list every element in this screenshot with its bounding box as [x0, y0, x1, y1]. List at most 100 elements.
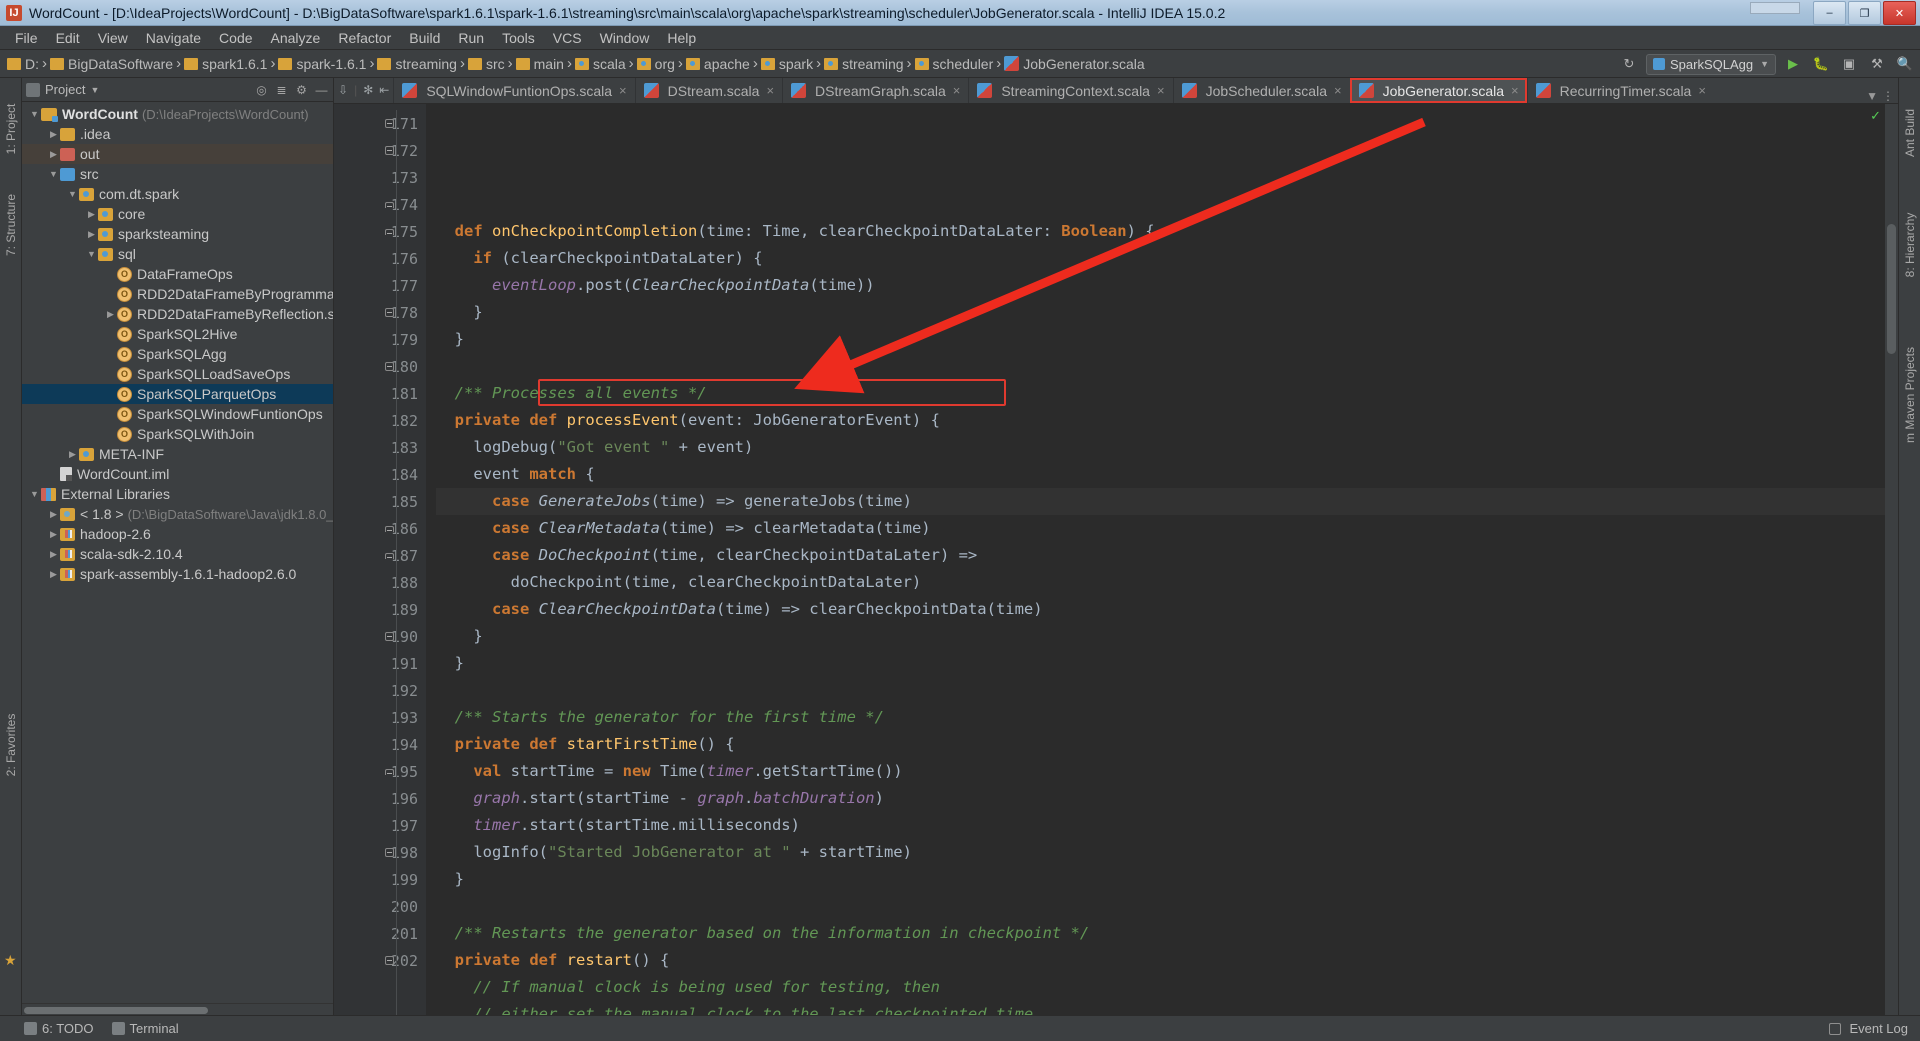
scrollbar-thumb[interactable] [24, 1007, 208, 1014]
code-line-197[interactable]: /** Restarts the generator based on the … [436, 920, 1885, 947]
editor-tab-sqlwindowfuntionopsscala[interactable]: SQLWindowFuntionOps.scala × [393, 78, 635, 103]
code-line-188[interactable] [436, 677, 1885, 704]
close-icon[interactable]: × [1511, 83, 1519, 98]
search-icon[interactable]: 🔍 [1894, 53, 1916, 75]
breadcrumb-item-streaming[interactable]: streaming [821, 56, 906, 72]
code-line-193[interactable]: timer.start(startTime.milliseconds) [436, 812, 1885, 839]
minimize-button[interactable]: – [1813, 1, 1846, 25]
close-icon[interactable]: × [953, 83, 961, 98]
vcs-update-icon[interactable]: ↻ [1618, 53, 1640, 75]
menu-item-build[interactable]: Build [400, 28, 449, 48]
editor-tab-jobschedulerscala[interactable]: JobScheduler.scala × [1172, 78, 1350, 103]
sidebar-item-hierarchy[interactable]: 8: Hierarchy [1903, 204, 1917, 286]
tree-node-sparksqlwindowfuntionops[interactable]: O SparkSQLWindowFuntionOps [22, 404, 333, 424]
debug-icon[interactable]: 🐛 [1810, 53, 1832, 75]
menu-item-run[interactable]: Run [449, 28, 493, 48]
code-line-191[interactable]: val startTime = new Time(timer.getStartT… [436, 758, 1885, 785]
coverage-icon[interactable]: ▣ [1838, 53, 1860, 75]
star-icon[interactable]: ★ [4, 952, 17, 969]
fold-toggle-icon[interactable] [382, 758, 396, 785]
code-line-177[interactable]: /** Processes all events */ [436, 380, 1885, 407]
breadcrumb-item-spark[interactable]: spark [758, 56, 816, 72]
run-configuration-selector[interactable]: SparkSQLAgg ▼ [1646, 53, 1776, 75]
fold-toggle-icon[interactable] [382, 110, 396, 137]
tree-node-out[interactable]: ▶ out [22, 144, 333, 164]
code-line-192[interactable]: graph.start(startTime - graph.batchDurat… [436, 785, 1885, 812]
tree-node-.idea[interactable]: ▶ .idea [22, 124, 333, 144]
breadcrumb-item-scheduler[interactable]: scheduler [912, 56, 997, 72]
menu-item-window[interactable]: Window [591, 28, 659, 48]
tree-node-rdd2dataframebyreflection.scala[interactable]: ▶O RDD2DataFrameByReflection.scala [22, 304, 333, 324]
code-line-174[interactable]: } [436, 299, 1885, 326]
breadcrumb-item-streaming[interactable]: streaming [374, 56, 459, 72]
tree-node-sql[interactable]: ▼ sql [22, 244, 333, 264]
tree-node-hadoop2.6[interactable]: ▶ hadoop-2.6 [22, 524, 333, 544]
chevron-down-icon[interactable]: ▼ [47, 169, 60, 179]
menu-item-file[interactable]: File [6, 28, 47, 48]
code-line-173[interactable]: eventLoop.post(ClearCheckpointData(time)… [436, 272, 1885, 299]
code-line-190[interactable]: private def startFirstTime() { [436, 731, 1885, 758]
breadcrumb-item-jobgenerator.scala[interactable]: JobGenerator.scala [1001, 56, 1147, 72]
code-line-179[interactable]: logDebug("Got event " + event) [436, 434, 1885, 461]
fold-toggle-icon[interactable] [382, 623, 396, 650]
code-line-184[interactable]: doCheckpoint(time, clearCheckpointDataLa… [436, 569, 1885, 596]
chevron-down-icon[interactable]: ▼ [28, 109, 41, 119]
fold-toggle-icon[interactable] [382, 191, 396, 218]
tree-node-com.dt.spark[interactable]: ▼ com.dt.spark [22, 184, 333, 204]
chevron-right-icon[interactable]: ▶ [47, 509, 60, 520]
close-icon[interactable]: × [766, 83, 774, 98]
chevron-right-icon[interactable]: ▶ [47, 569, 60, 580]
code-line-189[interactable]: /** Starts the generator for the first t… [436, 704, 1885, 731]
chevron-right-icon[interactable]: ▶ [85, 209, 98, 220]
code-content[interactable]: def onCheckpointCompletion(time: Time, c… [426, 104, 1885, 1015]
breadcrumb-item-scala[interactable]: scala [572, 56, 629, 72]
code-line-187[interactable]: } [436, 650, 1885, 677]
breadcrumb-item-bigdatasoftware[interactable]: BigDataSoftware [47, 56, 176, 72]
code-line-175[interactable]: } [436, 326, 1885, 353]
chevron-right-icon[interactable]: ▶ [104, 309, 117, 320]
editor-gutter[interactable]: 171 172 173 174 175 176 177 178 179 180 181 182 183 1… [334, 104, 426, 1015]
fold-toggle-icon[interactable] [382, 515, 396, 542]
tree-node-sparksql2hive[interactable]: O SparkSQL2Hive [22, 324, 333, 344]
window-controls[interactable]: – ❐ ✕ [1813, 0, 1920, 26]
breadcrumb-item-src[interactable]: src [465, 56, 508, 72]
tree-node-wordcount[interactable]: ▼ WordCount (D:\IdeaProjects\WordCount) [22, 104, 333, 124]
tree-node-wordcount.iml[interactable]: WordCount.iml [22, 464, 333, 484]
maximize-button[interactable]: ❐ [1848, 1, 1881, 25]
close-button[interactable]: ✕ [1883, 1, 1916, 25]
breadcrumb-item-d[interactable]: D: [4, 56, 42, 72]
chevron-right-icon[interactable]: ▶ [47, 549, 60, 560]
fold-toggle-icon[interactable] [382, 218, 396, 245]
sidebar-item-todo[interactable]: 6: TODO [24, 1021, 94, 1036]
code-line-200[interactable]: // either set the manual clock to the la… [436, 1001, 1885, 1015]
menu-item-view[interactable]: View [89, 28, 137, 48]
inspection-status-icon[interactable]: ✓ [1870, 108, 1881, 124]
code-line-198[interactable]: private def restart() { [436, 947, 1885, 974]
code-line-182[interactable]: case ClearMetadata(time) => clearMetadat… [436, 515, 1885, 542]
editor-tab-dstreamgraphscala[interactable]: DStreamGraph.scala × [782, 78, 969, 103]
chevron-right-icon[interactable]: ▶ [66, 449, 79, 460]
project-tree[interactable]: ▼ WordCount (D:\IdeaProjects\WordCount) ▶ .i… [22, 102, 333, 1003]
editor-vertical-scrollbar[interactable] [1885, 104, 1898, 1015]
editor-tab-recurringtimerscala[interactable]: RecurringTimer.scala × [1526, 78, 1714, 103]
menu-item-navigate[interactable]: Navigate [137, 28, 210, 48]
menu-item-vcs[interactable]: VCS [544, 28, 591, 48]
tabs-overflow-icon[interactable]: ▼ [1866, 89, 1878, 103]
back-icon[interactable]: ⇤ [379, 83, 389, 97]
tree-node-rdd2dataframebyprogrammatica[interactable]: O RDD2DataFrameByProgrammatica [22, 284, 333, 304]
breadcrumb-item-spark1.6.1[interactable]: spark1.6.1 [181, 56, 270, 72]
sidebar-item-ant-build[interactable]: Ant Build [1903, 101, 1917, 165]
breadcrumb-item-apache[interactable]: apache [683, 56, 753, 72]
editor-tab-streamingcontextscala[interactable]: StreamingContext.scala × [968, 78, 1173, 103]
fold-toggle-icon[interactable] [382, 353, 396, 380]
build-icon[interactable]: ⚒ [1866, 53, 1888, 75]
close-icon[interactable]: × [619, 83, 627, 98]
tree-node-sparksteaming[interactable]: ▶ sparksteaming [22, 224, 333, 244]
close-icon[interactable]: × [1334, 83, 1342, 98]
tabs-more-icon[interactable]: ⋮ [1882, 89, 1894, 103]
code-line-185[interactable]: case ClearCheckpointData(time) => clearC… [436, 596, 1885, 623]
editor-tab-jobgeneratorscala[interactable]: JobGenerator.scala × [1349, 78, 1527, 103]
chevron-right-icon[interactable]: ▶ [47, 529, 60, 540]
fold-markers[interactable] [382, 110, 396, 974]
collapse-all-icon[interactable]: ≣ [274, 82, 289, 97]
